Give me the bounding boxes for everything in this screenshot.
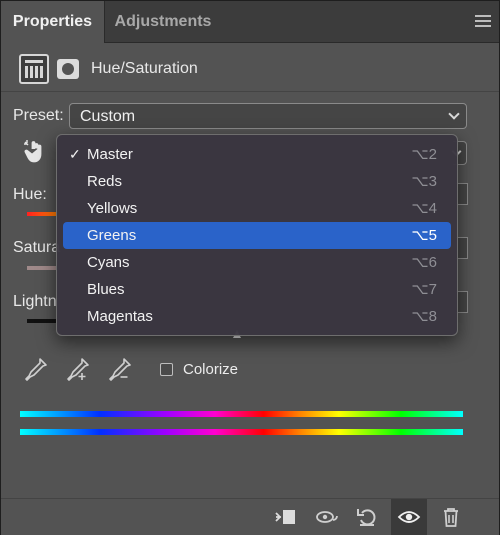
panel-menu-icon[interactable] [475, 15, 491, 27]
divider [1, 91, 499, 92]
eyedropper-icon[interactable] [23, 356, 49, 382]
menu-item-blues[interactable]: Blues ⌥7 [63, 276, 451, 303]
preset-select[interactable]: Custom [69, 103, 467, 129]
lightness-slider-track[interactable] [27, 319, 57, 323]
menu-item-reds[interactable]: Reds ⌥3 [63, 168, 451, 195]
menu-item-shortcut: ⌥4 [411, 200, 437, 217]
view-previous-state-icon[interactable] [315, 505, 339, 529]
menu-item-magentas[interactable]: Magentas ⌥8 [63, 303, 451, 330]
menu-item-cyans[interactable]: Cyans ⌥6 [63, 249, 451, 276]
preset-value: Custom [80, 108, 136, 125]
tab-adjustments[interactable]: Adjustments [105, 1, 221, 43]
on-image-adjustment-hand-icon[interactable] [23, 139, 49, 165]
lightness-label: Lightn [13, 293, 57, 310]
eyedropper-subtract-icon[interactable] [107, 356, 133, 382]
bottom-toolbar [1, 498, 499, 535]
saturation-slider-track[interactable] [27, 266, 57, 270]
menu-item-label: Greens [87, 227, 137, 244]
adjustment-title: Hue/Saturation [91, 60, 198, 77]
hue-slider-track[interactable] [27, 212, 57, 216]
menu-item-shortcut: ⌥8 [411, 308, 437, 325]
eyedropper-add-icon[interactable] [65, 356, 91, 382]
menu-item-shortcut: ⌥2 [411, 146, 437, 163]
reset-adjustment-icon[interactable] [355, 505, 379, 529]
checkmark-icon: ✓ [69, 146, 81, 162]
menu-item-greens[interactable]: Greens ⌥5 [63, 222, 451, 249]
menu-item-shortcut: ⌥7 [411, 281, 437, 298]
menu-item-label: Blues [87, 281, 125, 298]
trash-icon[interactable] [439, 505, 463, 529]
chevron-down-icon [448, 108, 460, 120]
colorize-label: Colorize [183, 361, 239, 378]
menu-item-yellows[interactable]: Yellows ⌥4 [63, 195, 451, 222]
menu-item-shortcut: ⌥5 [411, 227, 437, 244]
colorize-checkbox[interactable] [160, 363, 173, 376]
menu-item-label: Magentas [87, 308, 153, 325]
properties-panel: Properties Adjustments Hue/Saturation Pr… [0, 0, 500, 535]
menu-item-shortcut: ⌥3 [411, 173, 437, 190]
saturation-label: Satura [13, 239, 61, 256]
clip-to-layer-icon[interactable] [273, 505, 297, 529]
menu-item-label: Master [87, 146, 133, 163]
output-color-spectrum [20, 429, 463, 435]
menu-item-label: Cyans [87, 254, 130, 271]
menu-item-master[interactable]: ✓ Master ⌥2 [63, 141, 451, 168]
adjustment-layer-icon[interactable] [19, 54, 49, 84]
hue-label: Hue: [13, 186, 47, 203]
input-color-spectrum [20, 411, 463, 417]
preset-label: Preset: [13, 107, 64, 124]
menu-item-label: Reds [87, 173, 123, 190]
tab-bar: Properties Adjustments [1, 1, 499, 43]
tab-properties[interactable]: Properties [1, 1, 105, 43]
eye-icon [397, 511, 421, 523]
channel-dropdown-menu: ✓ Master ⌥2 Reds ⌥3 Yellows ⌥4 Greens ⌥5… [56, 134, 458, 336]
toggle-visibility-button[interactable] [391, 499, 427, 535]
layer-mask-icon[interactable] [57, 59, 79, 79]
menu-item-label: Yellows [87, 200, 138, 217]
menu-item-shortcut: ⌥6 [411, 254, 437, 271]
